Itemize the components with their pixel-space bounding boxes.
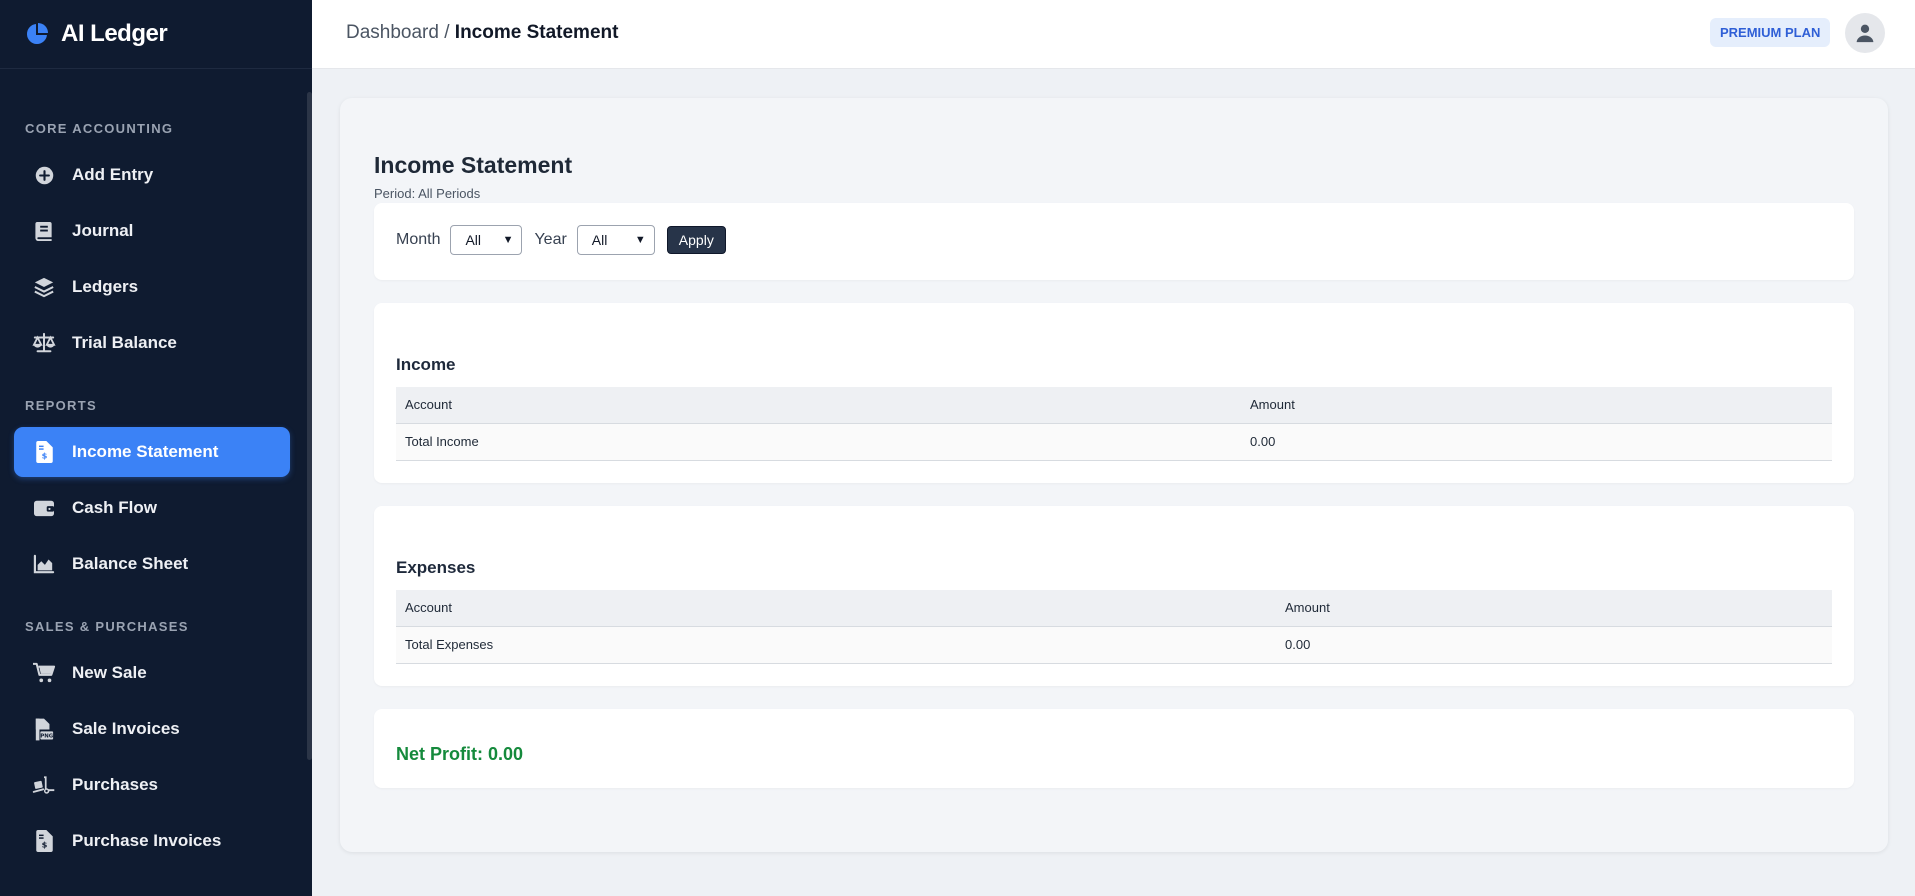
chart-area-icon [32,552,56,576]
top-header: Dashboard / Income Statement PREMIUM PLA… [312,0,1915,69]
scale-icon [32,331,56,355]
sidebar-item-sale-invoices[interactable]: PNG Sale Invoices [14,704,290,754]
income-section-title: Income [396,355,456,374]
svg-text:$: $ [41,450,47,460]
sidebar-item-label: Income Statement [72,442,219,461]
column-header-account: Account [396,590,1276,627]
chevron-down-icon: ▼ [502,234,514,246]
breadcrumb-current: Income Statement [454,22,619,43]
income-table: Account Amount Total Income 0.00 [396,387,1832,461]
total-income-label: Total Income [396,423,1241,461]
file-png-icon: PNG [32,717,56,741]
month-select[interactable]: All ▼ [450,225,523,255]
sidebar-item-income-statement[interactable]: $ Income Statement [14,427,290,477]
sidebar-item-ledgers[interactable]: Ledgers [14,262,290,312]
plus-circle-icon [32,163,56,187]
table-row: Total Income 0.00 [396,423,1832,461]
sidebar-item-cash-flow[interactable]: Cash Flow [14,483,290,533]
breadcrumb-root[interactable]: Dashboard [346,22,439,43]
sidebar-item-label: Cash Flow [72,498,158,517]
file-dollar-icon: $ [32,829,56,853]
month-select-value: All [465,232,482,248]
year-select-value: All [591,232,608,248]
brand[interactable]: AI Ledger [0,0,312,69]
sidebar-item-purchases[interactable]: Purchases [14,760,290,810]
filter-panel: Month All ▼ Year All ▼ Apply [374,203,1854,280]
invoice-dollar-icon: $ [32,440,56,464]
expenses-panel: Expenses Account Amount Total Expenses 0… [374,506,1854,686]
sidebar-item-journal[interactable]: Journal [14,206,290,256]
chevron-down-icon: ▼ [634,234,646,246]
breadcrumb-separator: / [438,22,455,43]
column-header-amount: Amount [1241,387,1832,424]
month-label: Month [396,231,441,248]
pie-chart-logo-icon [27,23,48,44]
expenses-section-title: Expenses [396,558,476,577]
page-title: Income Statement [374,152,573,178]
svg-text:$: $ [41,839,47,849]
sidebar-item-purchase-invoices[interactable]: $ Purchase Invoices [14,816,290,866]
table-row: Total Expenses 0.00 [396,626,1832,664]
column-header-account: Account [396,387,1241,424]
sidebar-item-label: Sale Invoices [72,719,180,738]
net-profit: Net Profit: 0.00 [396,744,524,764]
user-icon [1856,24,1874,43]
total-expenses-value: 0.00 [1276,626,1832,664]
sidebar-item-label: Balance Sheet [72,554,189,573]
net-profit-panel: Net Profit: 0.00 [374,709,1854,788]
total-expenses-label: Total Expenses [396,626,1276,664]
sidebar-item-label: Purchase Invoices [72,831,222,850]
sidebar: AI Ledger CORE ACCOUNTING Add Entry Jour… [0,0,312,896]
section-label-core-accounting: CORE ACCOUNTING [25,121,174,136]
apply-button[interactable]: Apply [666,226,726,254]
period-label: Period: All Periods [374,186,481,201]
table-header-row: Account Amount [396,387,1832,424]
layers-icon [32,275,56,299]
wallet-icon [32,496,56,520]
report-card: Income Statement Period: All Periods Mon… [340,98,1888,852]
brand-name: AI Ledger [61,20,168,47]
sidebar-item-new-sale[interactable]: New Sale [14,648,290,698]
sidebar-item-trial-balance[interactable]: Trial Balance [14,318,290,368]
total-income-value: 0.00 [1241,423,1832,461]
sidebar-item-label: Ledgers [72,277,139,296]
sidebar-scrollbar[interactable] [307,92,312,760]
filter-row: Month All ▼ Year All ▼ Apply [396,225,726,255]
sidebar-item-add-entry[interactable]: Add Entry [14,150,290,200]
avatar[interactable] [1845,13,1885,53]
sidebar-item-label: New Sale [72,663,147,682]
section-label-reports: REPORTS [25,398,97,413]
income-panel: Income Account Amount Total Income 0.00 [374,303,1854,483]
plan-badge: PREMIUM PLAN [1710,18,1831,47]
year-label: Year [534,231,567,248]
sidebar-item-label: Journal [72,221,134,240]
sidebar-item-balance-sheet[interactable]: Balance Sheet [14,539,290,589]
table-header-row: Account Amount [396,590,1832,627]
section-label-sales-purchases: SALES & PURCHASES [25,619,189,634]
breadcrumb: Dashboard / Income Statement [346,22,618,44]
svg-text:PNG: PNG [40,733,54,739]
column-header-amount: Amount [1276,590,1832,627]
sidebar-item-label: Add Entry [72,165,154,184]
book-icon [32,219,56,243]
sidebar-item-label: Trial Balance [72,333,177,352]
cart-icon [32,661,56,685]
truck-ramp-icon [32,773,56,797]
year-select[interactable]: All ▼ [576,225,655,255]
expenses-table: Account Amount Total Expenses 0.00 [396,590,1832,664]
sidebar-item-label: Purchases [72,775,158,794]
